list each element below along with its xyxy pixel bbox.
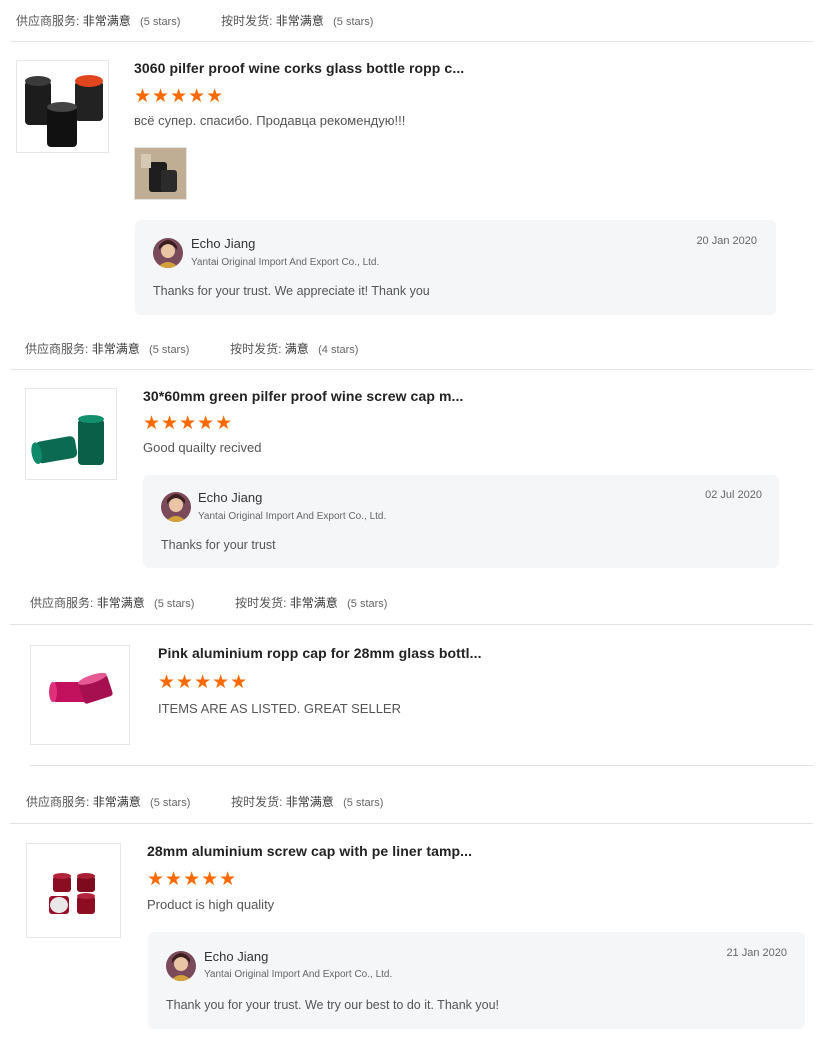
review-photo[interactable] <box>134 147 187 200</box>
seller-reply: Echo Jiang Yantai Original Import And Ex… <box>148 932 805 1029</box>
on-time-delivery-count: (5 stars) <box>333 16 374 28</box>
on-time-delivery-value: 满意 <box>284 342 309 356</box>
supplier-service-count: (5 stars) <box>150 797 191 809</box>
supplier-service-label: 供应商服务: <box>16 14 80 28</box>
rating-stars: ★★★★★ <box>143 413 234 434</box>
seller-company: Yantai Original Import And Export Co., L… <box>191 257 380 268</box>
product-title-link[interactable]: 28mm aluminium screw cap with pe liner t… <box>147 843 472 859</box>
seller-company: Yantai Original Import And Export Co., L… <box>198 511 387 522</box>
reply-date: 02 Jul 2020 <box>705 489 762 501</box>
product-thumbnail[interactable] <box>16 60 109 153</box>
reply-text: Thank you for your trust. We try our bes… <box>166 998 500 1012</box>
supplier-service-label: 供应商服务: <box>25 342 89 356</box>
reply-text: Thanks for your trust. We appreciate it!… <box>153 284 430 298</box>
supplier-service-value: 非常满意 <box>92 795 141 809</box>
rating-stars: ★★★★★ <box>158 672 249 693</box>
divider <box>10 624 813 625</box>
ratings-row: 供应商服务: 非常满意 (5 stars) 按时发货: 满意 (4 stars) <box>25 340 358 357</box>
seller-avatar <box>161 492 191 522</box>
reply-text: Thanks for your trust <box>161 538 276 552</box>
divider <box>30 765 813 766</box>
divider <box>10 823 813 824</box>
product-thumbnail[interactable] <box>25 388 117 480</box>
seller-avatar <box>166 951 196 981</box>
product-thumbnail[interactable] <box>30 645 130 745</box>
on-time-delivery-label: 按时发货: <box>221 14 273 28</box>
ratings-row: 供应商服务: 非常满意 (5 stars) 按时发货: 非常满意 (5 star… <box>26 793 383 810</box>
review-comment: всё супер. спасибо. Продавца рекомендую!… <box>134 113 406 128</box>
seller-name: Echo Jiang <box>191 236 256 251</box>
review-comment: Product is high quality <box>147 897 275 912</box>
seller-avatar <box>153 238 183 268</box>
reply-date: 21 Jan 2020 <box>726 947 787 959</box>
supplier-service-count: (5 stars) <box>149 344 190 356</box>
seller-reply: Echo Jiang Yantai Original Import And Ex… <box>135 220 776 315</box>
product-thumbnail[interactable] <box>26 843 121 938</box>
seller-name: Echo Jiang <box>204 949 269 964</box>
review-comment: Good quailty recived <box>143 440 262 455</box>
on-time-delivery-value: 非常满意 <box>275 14 324 28</box>
on-time-delivery-label: 按时发货: <box>230 342 282 356</box>
on-time-delivery-label: 按时发货: <box>231 795 283 809</box>
on-time-delivery-value: 非常满意 <box>289 596 338 610</box>
product-title-link[interactable]: 3060 pilfer proof wine corks glass bottl… <box>134 60 464 76</box>
on-time-delivery-value: 非常满意 <box>285 795 334 809</box>
divider <box>10 41 813 42</box>
review-comment: ITEMS ARE AS LISTED. GREAT SELLER <box>158 701 401 716</box>
rating-stars: ★★★★★ <box>134 86 225 107</box>
supplier-service-value: 非常满意 <box>96 596 145 610</box>
seller-reply: Echo Jiang Yantai Original Import And Ex… <box>143 475 779 568</box>
on-time-delivery-count: (4 stars) <box>318 344 359 356</box>
rating-stars: ★★★★★ <box>147 869 238 890</box>
on-time-delivery-count: (5 stars) <box>347 598 388 610</box>
supplier-service-count: (5 stars) <box>140 16 181 28</box>
supplier-service-label: 供应商服务: <box>30 596 94 610</box>
on-time-delivery-label: 按时发货: <box>235 596 287 610</box>
ratings-row: 供应商服务: 非常满意 (5 stars) 按时发货: 非常满意 (5 star… <box>16 12 373 29</box>
supplier-service-label: 供应商服务: <box>26 795 90 809</box>
supplier-service-value: 非常满意 <box>91 342 140 356</box>
reply-date: 20 Jan 2020 <box>696 235 757 247</box>
seller-company: Yantai Original Import And Export Co., L… <box>204 969 393 980</box>
seller-name: Echo Jiang <box>198 490 263 505</box>
ratings-row: 供应商服务: 非常满意 (5 stars) 按时发货: 非常满意 (5 star… <box>30 594 387 611</box>
divider <box>10 369 813 370</box>
product-title-link[interactable]: 30*60mm green pilfer proof wine screw ca… <box>143 388 464 404</box>
on-time-delivery-count: (5 stars) <box>343 797 384 809</box>
supplier-service-value: 非常满意 <box>82 14 131 28</box>
product-title-link[interactable]: Pink aluminium ropp cap for 28mm glass b… <box>158 645 482 661</box>
supplier-service-count: (5 stars) <box>154 598 195 610</box>
